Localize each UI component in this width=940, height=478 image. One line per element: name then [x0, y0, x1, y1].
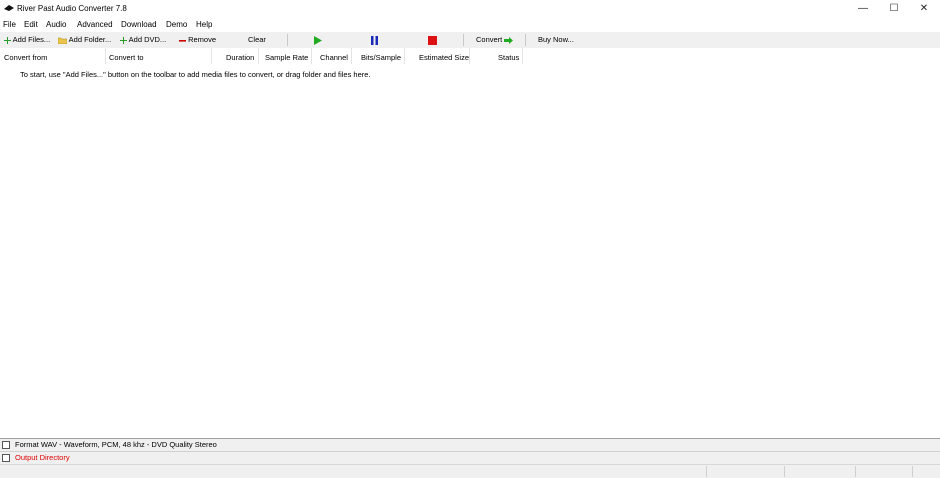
title-bar: River Past Audio Converter 7.8 — ☐ ✕	[0, 0, 940, 17]
column-bits-sample[interactable]: Bits/Sample	[361, 53, 401, 62]
status-pane	[706, 466, 707, 477]
column-divider[interactable]	[469, 48, 470, 64]
play-button[interactable]	[313, 35, 322, 45]
app-logo-icon	[4, 5, 14, 11]
empty-list-hint: To start, use "Add Files..." button on t…	[20, 70, 371, 79]
add-folder-label: Add Folder...	[68, 35, 112, 44]
column-divider[interactable]	[105, 48, 106, 64]
add-files-button[interactable]: Add Files...	[4, 35, 50, 44]
file-list-header: Convert from Convert to Duration Sample …	[0, 48, 940, 64]
output-directory-label: Output Directory	[15, 453, 70, 462]
window-title: River Past Audio Converter 7.8	[17, 4, 127, 13]
status-pane	[912, 466, 913, 477]
menu-audio[interactable]: Audio	[46, 20, 66, 29]
arrow-right-icon	[504, 36, 514, 44]
add-files-label: Add Files...	[12, 35, 51, 44]
toolbar: Add Files... Add Folder... Add DVD... Re…	[0, 32, 940, 49]
folder-icon	[58, 37, 67, 44]
plus-icon	[120, 36, 127, 44]
plus-icon	[4, 36, 11, 44]
column-status[interactable]: Status	[498, 53, 519, 62]
output-directory-panel[interactable]: Output Directory	[0, 452, 940, 464]
menu-download[interactable]: Download	[121, 20, 157, 29]
pause-button[interactable]	[370, 35, 379, 45]
pause-icon	[371, 35, 378, 45]
add-dvd-label: Add DVD...	[128, 35, 167, 44]
play-icon	[314, 35, 322, 45]
expand-icon[interactable]	[2, 454, 10, 462]
maximize-button[interactable]: ☐	[879, 0, 909, 17]
format-text: Format WAV - Waveform, PCM, 48 khz - DVD…	[15, 440, 217, 449]
status-pane	[855, 466, 856, 477]
status-bar	[0, 464, 940, 478]
menu-advanced[interactable]: Advanced	[77, 20, 113, 29]
menu-file[interactable]: File	[3, 20, 16, 29]
stop-icon	[428, 35, 437, 45]
convert-label: Convert	[476, 35, 503, 44]
column-duration[interactable]: Duration	[226, 53, 254, 62]
remove-button[interactable]: Remove	[179, 35, 216, 44]
minus-icon	[179, 39, 186, 42]
format-panel[interactable]: Format WAV - Waveform, PCM, 48 khz - DVD…	[0, 439, 940, 452]
column-estimated-size[interactable]: Estimated Size	[419, 53, 469, 62]
column-convert-to[interactable]: Convert to	[109, 53, 144, 62]
expand-icon[interactable]	[2, 441, 10, 449]
stop-button[interactable]	[428, 35, 437, 45]
add-dvd-button[interactable]: Add DVD...	[120, 35, 166, 44]
column-divider[interactable]	[522, 48, 523, 64]
menu-edit[interactable]: Edit	[24, 20, 38, 29]
buy-now-button[interactable]: Buy Now...	[538, 35, 574, 44]
toolbar-divider	[525, 34, 526, 46]
menu-help[interactable]: Help	[196, 20, 212, 29]
close-button[interactable]: ✕	[909, 0, 939, 17]
convert-button[interactable]: Convert	[476, 35, 514, 44]
status-pane	[784, 466, 785, 477]
column-divider[interactable]	[258, 48, 259, 64]
column-divider[interactable]	[211, 48, 212, 64]
add-folder-button[interactable]: Add Folder...	[58, 35, 111, 44]
column-channel[interactable]: Channel	[320, 53, 348, 62]
column-convert-from[interactable]: Convert from	[4, 53, 47, 62]
toolbar-divider	[287, 34, 288, 46]
column-sample-rate[interactable]: Sample Rate	[265, 53, 308, 62]
clear-button[interactable]: Clear	[248, 35, 266, 44]
toolbar-divider	[463, 34, 464, 46]
column-divider[interactable]	[311, 48, 312, 64]
menu-bar: File Edit Audio Advanced Download Demo H…	[0, 18, 940, 32]
menu-demo[interactable]: Demo	[166, 20, 187, 29]
minimize-button[interactable]: —	[848, 0, 878, 17]
column-divider[interactable]	[404, 48, 405, 64]
column-divider[interactable]	[351, 48, 352, 64]
remove-label: Remove	[188, 35, 217, 44]
